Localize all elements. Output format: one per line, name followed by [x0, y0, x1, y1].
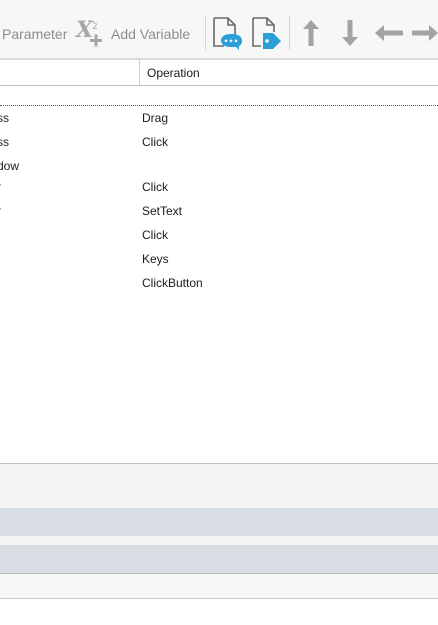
- toolbar: Parameter X 2 Add Variable: [0, 0, 438, 58]
- status-area: [0, 574, 438, 598]
- column-divider[interactable]: [139, 60, 140, 85]
- row-operation: SetText: [142, 204, 183, 218]
- move-left-icon[interactable]: [373, 22, 405, 44]
- comment-document-icon[interactable]: [210, 16, 244, 50]
- table-row[interactable]: ss Click: [0, 131, 438, 153]
- column-header-operation[interactable]: Operation: [147, 66, 200, 80]
- row-operation: Click: [142, 135, 168, 149]
- table-row[interactable]: dow: [0, 155, 438, 177]
- row-operation: Drag: [142, 111, 169, 125]
- row-name: r: [0, 180, 1, 194]
- row-name: ss: [0, 111, 9, 125]
- bottom-panel: [0, 464, 438, 508]
- status-border: [0, 598, 438, 599]
- table-row[interactable]: Keys: [0, 248, 438, 270]
- table-row[interactable]: Click: [0, 224, 438, 246]
- add-variable-icon: X 2: [75, 17, 102, 47]
- row-operation: Keys: [142, 252, 169, 266]
- add-variable-label: Add Variable: [111, 26, 191, 42]
- move-up-icon[interactable]: [300, 18, 322, 48]
- table-row[interactable]: r SetText: [0, 200, 438, 222]
- tag-document-icon[interactable]: [249, 16, 283, 50]
- row-operation: Click: [142, 228, 168, 242]
- move-down-icon[interactable]: [339, 18, 361, 48]
- header-border: [0, 85, 438, 86]
- row-name: ss: [0, 135, 9, 149]
- focused-row-marker: [0, 105, 438, 106]
- table-row[interactable]: r Click: [0, 176, 438, 198]
- table-row[interactable]: ss Drag: [0, 107, 438, 129]
- move-right-icon[interactable]: [412, 22, 438, 44]
- row-operation: Click: [142, 180, 168, 194]
- svg-text:2: 2: [92, 22, 98, 32]
- grid-header: Operation: [0, 60, 438, 85]
- panel-strip: [0, 508, 438, 536]
- row-name: r: [0, 204, 1, 218]
- row-name: dow: [0, 159, 20, 173]
- panel-strip: [0, 545, 438, 573]
- toolbar-separator: [205, 16, 206, 50]
- add-parameter-button-label[interactable]: Parameter: [2, 25, 67, 43]
- toolbar-separator: [289, 16, 290, 50]
- table-row[interactable]: ClickButton: [0, 272, 438, 294]
- row-operation: ClickButton: [142, 276, 203, 290]
- panel-gap: [0, 536, 438, 545]
